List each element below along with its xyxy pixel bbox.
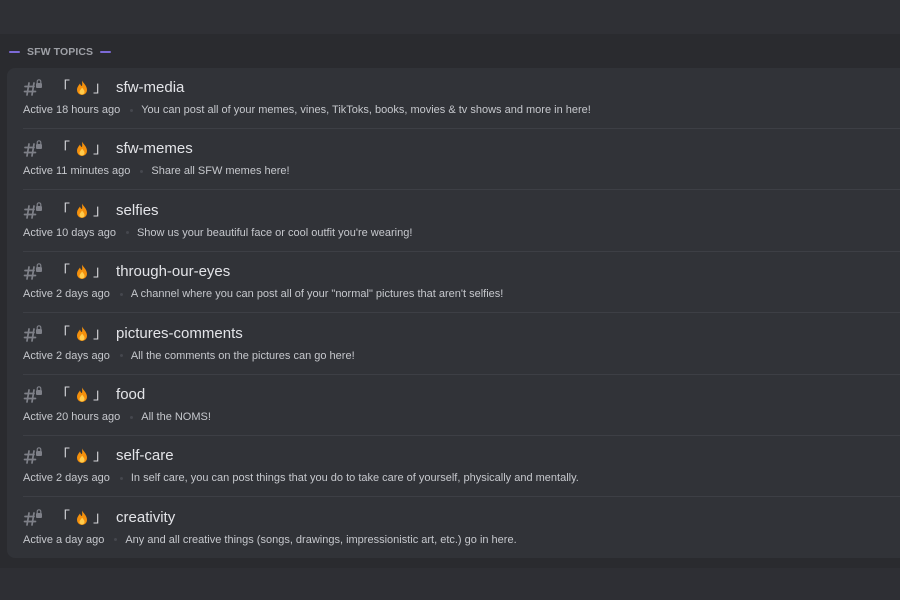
close-bracket: 」 [93,263,109,281]
separator-dot [140,169,144,173]
close-bracket: 」 [93,140,109,158]
open-bracket: 「 [55,79,71,96]
locked-channel-hash-icon [23,324,42,342]
top-strip [0,0,900,34]
channel-meta: Active 2 days ago All the comments on th… [23,349,355,363]
category-dash-right [100,51,112,53]
locked-channel-hash-icon [23,79,42,96]
channel-title-line: 「 」 selfies [23,200,159,222]
fire-icon [77,203,88,218]
channel-title-line: 「 」 through-our-eyes [23,261,230,283]
channel-activity: Active 2 days ago [23,288,110,301]
channel-description: A channel where you can post all of your… [130,288,504,301]
close-bracket: 」 [93,508,109,526]
channel-title-line: 「 」 self-care [23,445,174,467]
close-bracket: 」 [93,79,109,96]
channel-name[interactable]: sfw-media [116,78,184,98]
channel-activity: Active 2 days ago [23,349,110,362]
channel-meta: Active 2 days ago A channel where you ca… [23,287,503,301]
fire-icon [77,387,88,402]
locked-channel-hash-icon [23,140,42,158]
locked-channel-hash-icon [23,386,42,403]
channel-list: 「 」 sfw-media Active 18 hours ago You ca… [7,68,900,558]
open-bracket: 「 [55,140,71,158]
channel-title-line: 「 」 creativity [23,507,175,529]
channel-activity: Active 20 hours ago [23,411,121,423]
separator-dot [119,476,123,480]
channel-title-line: 「 」 sfw-media [23,77,184,99]
channel-description: All the comments on the pictures can go … [130,349,355,362]
category-title: SFW TOPICS [27,46,94,58]
channel-description: Show us your beautiful face or cool outf… [136,226,413,239]
close-bracket: 」 [93,324,109,342]
category-dash-left [9,51,20,53]
channel-description: You can post all of your memes, vines, T… [141,104,591,116]
open-bracket: 「 [55,263,71,281]
separator-dot [130,415,134,419]
open-bracket: 「 [55,508,71,526]
channel-meta: Active 10 days ago Show us your beautifu… [23,226,412,240]
separator-dot [125,231,129,235]
channel-name[interactable]: food [116,385,145,405]
channel-name[interactable]: through-our-eyes [116,262,230,282]
channel-meta: Active 20 hours ago All the NOMS! [23,410,211,424]
separator-dot [119,292,123,296]
channel-title-line: 「 」 pictures-comments [23,323,243,345]
channel-row-sfw-memes[interactable]: 「 」 sfw-memes Active 11 minutes ago Shar… [23,129,900,191]
channel-name[interactable]: pictures-comments [116,324,243,344]
fire-icon [77,264,88,280]
channel-meta: Active a day ago Any and all creative th… [23,533,517,547]
locked-channel-hash-icon [23,447,42,465]
separator-dot [130,108,134,112]
locked-channel-hash-icon [23,263,42,281]
close-bracket: 」 [93,386,109,403]
channel-description: Share all SFW memes here! [151,165,290,178]
channel-row-selfies[interactable]: 「 」 selfies Active 10 days ago Show us y… [23,191,900,252]
channel-activity: Active 2 days ago [23,472,110,485]
channel-activity: Active 11 minutes ago [23,165,131,178]
category-header[interactable]: SFW TOPICS [9,44,112,60]
channel-meta: Active 2 days ago In self care, you can … [23,471,579,485]
fire-icon [77,141,88,157]
channel-meta: Active 11 minutes ago Share all SFW meme… [23,164,290,178]
channel-activity: Active 18 hours ago [23,104,121,116]
close-bracket: 」 [93,447,109,465]
channel-row-food[interactable]: 「 」 food Active 20 hours ago All the NOM… [23,375,900,436]
locked-channel-hash-icon [23,509,42,526]
channel-name[interactable]: selfies [116,201,159,221]
channel-row-creativity[interactable]: 「 」 creativity Active a day ago Any and … [23,498,900,559]
open-bracket: 「 [55,201,71,219]
separator-dot [119,354,123,358]
open-bracket: 「 [55,324,71,342]
fire-icon [77,510,88,525]
channel-row-through-our-eyes[interactable]: 「 」 through-our-eyes Active 2 days ago A… [23,252,900,314]
channel-name[interactable]: creativity [116,508,175,528]
open-bracket: 「 [55,386,71,403]
channel-title-line: 「 」 sfw-memes [23,138,193,160]
separator-dot [114,538,118,542]
channel-activity: Active 10 days ago [23,226,116,239]
fire-icon [77,448,88,464]
channel-row-pictures-comments[interactable]: 「 」 pictures-comments Active 2 days ago … [23,314,900,375]
channel-name[interactable]: self-care [116,446,174,466]
channel-meta: Active 18 hours ago You can post all of … [23,103,591,117]
channel-description: Any and all creative things (songs, draw… [125,533,517,546]
open-bracket: 「 [55,447,71,465]
fire-icon [77,326,88,341]
fire-icon [77,80,88,95]
close-bracket: 」 [93,201,109,219]
channel-activity: Active a day ago [23,533,105,546]
channel-row-sfw-media[interactable]: 「 」 sfw-media Active 18 hours ago You ca… [23,68,900,129]
channel-row-self-care[interactable]: 「 」 self-care Active 2 days ago In self … [23,436,900,498]
channel-title-line: 「 」 food [23,384,145,406]
channel-description: In self care, you can post things that y… [130,472,579,485]
channel-description: All the NOMS! [141,411,211,423]
channel-name[interactable]: sfw-memes [116,139,193,159]
locked-channel-hash-icon [23,202,42,219]
